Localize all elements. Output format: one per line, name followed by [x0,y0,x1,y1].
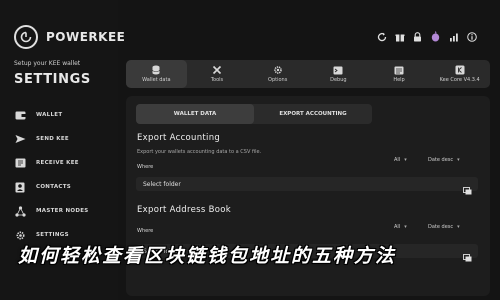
help-icon [394,65,405,75]
info-icon[interactable] [465,30,478,43]
sidebar-item-label: SEND KEE [36,136,69,142]
tab-label: Debug [330,77,347,83]
filter-all-value: All [394,157,401,163]
tab-options[interactable]: Options [247,60,308,88]
filter-all-value: All [394,224,401,230]
gear-icon [14,229,26,241]
subtab-export-accounting[interactable]: EXPORT ACCOUNTING [254,104,372,124]
sidebar-item-label: CONTACTS [36,184,72,190]
tab-wallet-data[interactable]: Wallet data [126,60,187,88]
tab-debug[interactable]: Debug [308,60,369,88]
lock-icon[interactable] [411,30,424,43]
tor-icon[interactable] [429,30,442,43]
options-icon [272,65,283,75]
tab-label: Tools [210,77,224,83]
tab-label: Kee Core V4.3.4 [439,77,480,83]
where-label: Where [137,228,154,234]
subtabs: WALLET DATA EXPORT ACCOUNTING [136,104,372,124]
sidebar-item-contacts[interactable]: CONTACTS [10,175,114,199]
sidebar-nav: WALLET SEND KEE RECEIVE KEE CONTACTS MAS… [10,103,114,247]
chevron-down-icon: ▾ [404,224,407,230]
folder-icon[interactable] [463,180,472,195]
tab-label: Help [393,77,405,83]
tab-kee-core[interactable]: Kee Core V4.3.4 [429,60,490,88]
tools-icon [212,65,223,75]
sidebar-item-receive-kee[interactable]: RECEIVE KEE [10,151,114,175]
tab-label: Options [268,77,288,83]
send-icon [14,133,26,145]
contacts-icon [14,181,26,193]
sidebar-item-master-nodes[interactable]: MASTER NODES [10,199,114,223]
settings-tabs: Wallet data Tools Options Debug Help Kee… [126,60,490,88]
kee-core-icon [454,65,465,75]
filter-date-select[interactable]: Date desc ▾ [428,224,460,230]
page-title: SETTINGS [14,72,91,87]
chevron-down-icon: ▾ [457,157,460,163]
debug-icon [333,65,344,75]
filter-date-value: Date desc [428,157,454,163]
powerkee-logo-icon [14,25,38,49]
filter-date-select[interactable]: Date desc ▾ [428,157,460,163]
sidebar-item-label: WALLET [36,112,63,118]
sidebar-item-label: RECEIVE KEE [36,160,79,166]
subtab-wallet-data[interactable]: WALLET DATA [136,104,254,124]
gift-icon[interactable] [393,30,406,43]
export-address-book-title: Export Address Book [137,205,231,215]
filter-all-select[interactable]: All ▾ [394,224,407,230]
chevron-down-icon: ▾ [457,224,460,230]
chevron-down-icon: ▾ [404,157,407,163]
where-label: Where [137,164,154,170]
export-accounting-title: Export Accounting [137,133,221,143]
receive-icon [14,157,26,169]
tab-label: Wallet data [142,77,171,83]
overlay-banner-title: 如何轻松查看区块链钱包地址的五种方法 [18,245,397,267]
masternodes-icon [14,205,26,217]
filter-all-select[interactable]: All ▾ [394,157,407,163]
sidebar-item-label: SETTINGS [36,232,69,238]
sidebar-item-label: MASTER NODES [36,208,89,214]
tab-help[interactable]: Help [369,60,430,88]
wallet-icon [14,109,26,121]
export-accounting-description: Export your wallets accounting data to a… [137,149,262,155]
network-icon[interactable] [447,30,460,43]
setup-subtitle: Setup your KEE wallet [14,60,81,67]
sync-icon[interactable] [375,30,388,43]
tab-tools[interactable]: Tools [187,60,248,88]
sidebar-item-wallet[interactable]: WALLET [10,103,114,127]
sidebar-item-send-kee[interactable]: SEND KEE [10,127,114,151]
select-folder-input[interactable]: Select folder [136,177,478,195]
select-folder-placeholder: Select folder [143,180,181,188]
database-icon [151,65,162,75]
filter-date-value: Date desc [428,224,454,230]
topbar-icons [375,30,478,43]
brand-name: POWERKEE [46,30,126,44]
brand: POWERKEE [14,25,125,49]
